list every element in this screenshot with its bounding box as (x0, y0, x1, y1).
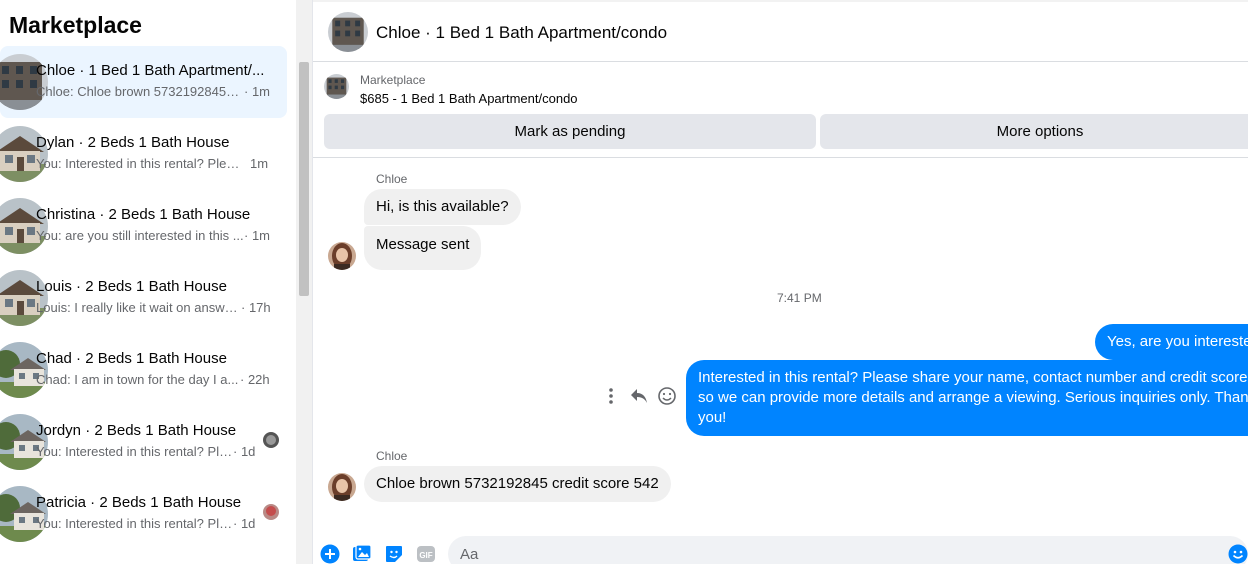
listing-source: Marketplace (360, 73, 426, 87)
conversation-title: Jordyn · 2 Beds 1 Bath House (36, 422, 237, 439)
conversation-preview: Chloe: Chloe brown 5732192845 c... (36, 84, 241, 99)
outgoing-message[interactable]: Yes, are you interested? (1095, 324, 1248, 360)
listing-banner: Marketplace $685 - 1 Bed 1 Bath Apartmen… (313, 63, 1248, 158)
react-icon[interactable] (657, 386, 677, 406)
listing-description[interactable]: $685 - 1 Bed 1 Bath Apartment/condo (360, 91, 578, 106)
sticker-icon[interactable] (384, 544, 404, 564)
emoji-icon[interactable] (1228, 544, 1248, 564)
conversation-item-patricia[interactable]: Patricia · 2 Beds 1 Bath House You: Inte… (0, 478, 287, 550)
conversation-preview: Louis: I really like it wait on answe... (36, 300, 241, 315)
seen-avatar (263, 432, 279, 448)
seen-avatar (263, 504, 279, 520)
conversation-preview: You: are you still interested in this ..… (36, 228, 244, 243)
chat-panel: Chloe · 1 Bed 1 Bath Apartment/condo Mar… (313, 0, 1248, 564)
conversation-item-christina[interactable]: Christina · 2 Beds 1 Bath House You: are… (0, 190, 287, 262)
message-sender: Chloe (376, 172, 408, 186)
conversation-time: · 22h (240, 372, 270, 387)
conversation-preview: You: Interested in this rental? Ple... (36, 516, 233, 531)
message-input[interactable] (448, 536, 1248, 564)
conversation-item-dylan[interactable]: Dylan · 2 Beds 1 Bath House You: Interes… (0, 118, 287, 190)
sender-avatar[interactable] (328, 242, 356, 270)
conversation-title: Chloe · 1 Bed 1 Bath Apartment/... (36, 62, 265, 79)
incoming-message[interactable]: Hi, is this available? (364, 189, 521, 225)
sidebar-scrollbar[interactable] (296, 0, 312, 564)
sender-avatar[interactable] (328, 473, 356, 501)
gif-icon[interactable]: GIF (416, 544, 436, 564)
incoming-message[interactable]: Chloe brown 5732192845 credit score 542 (364, 466, 671, 502)
conversation-time: · 1m (244, 84, 270, 99)
conversation-preview: Chad: I am in town for the day I a... (36, 372, 239, 387)
conversation-preview: You: Interested in this rental? Ple... (36, 444, 233, 459)
chat-title[interactable]: Chloe · 1 Bed 1 Bath Apartment/condo (376, 23, 667, 43)
conversation-preview: You: Interested in this rental? Pleas... (36, 156, 245, 171)
conversation-title: Louis · 2 Beds 1 Bath House (36, 278, 227, 295)
conversation-time: · 17h (241, 300, 271, 315)
scrollbar-thumb[interactable] (299, 62, 309, 296)
conversation-item-chloe[interactable]: Chloe · 1 Bed 1 Bath Apartment/... Chloe… (0, 46, 287, 118)
sidebar: Marketplace Chloe · 1 Bed 1 Bath Apartme… (0, 0, 313, 564)
conversation-title: Christina · 2 Beds 1 Bath House (36, 206, 251, 223)
photo-icon[interactable] (352, 544, 372, 564)
message-timestamp: 7:41 PM (777, 291, 822, 305)
sidebar-title: Marketplace (9, 12, 142, 38)
incoming-message[interactable]: Message sent (364, 226, 482, 270)
header-listing-photo[interactable] (328, 12, 368, 52)
message-composer: GIF (313, 536, 1248, 564)
conversation-time: · 1d (233, 444, 256, 459)
more-options-button[interactable]: More options (820, 114, 1248, 149)
conversation-time: 1m (250, 156, 269, 171)
conversation-title: Patricia · 2 Beds 1 Bath House (36, 494, 242, 511)
outgoing-message[interactable]: Interested in this rental? Please share … (686, 360, 1248, 436)
conversation-time: · 1d (233, 516, 256, 531)
more-vertical-icon[interactable] (601, 386, 621, 406)
conversation-item-jordyn[interactable]: Jordyn · 2 Beds 1 Bath House You: Intere… (0, 406, 287, 478)
reply-icon[interactable] (629, 386, 649, 406)
chat-header: Chloe · 1 Bed 1 Bath Apartment/condo (313, 0, 1248, 62)
conversation-title: Chad · 2 Beds 1 Bath House (36, 350, 227, 367)
conversation-time: · 1m (244, 228, 270, 243)
listing-thumbnail[interactable] (324, 74, 349, 99)
conversation-title: Dylan · 2 Beds 1 Bath House (36, 134, 230, 151)
conversation-item-chad[interactable]: Chad · 2 Beds 1 Bath House Chad: I am in… (0, 334, 287, 406)
mark-as-pending-button[interactable]: Mark as pending (324, 114, 816, 149)
svg-text:GIF: GIF (419, 551, 432, 560)
plus-circle-icon[interactable] (320, 544, 340, 564)
messenger-window: Marketplace Chloe · 1 Bed 1 Bath Apartme… (0, 0, 1248, 564)
message-sender: Chloe (376, 449, 408, 463)
conversation-list: Chloe · 1 Bed 1 Bath Apartment/... Chloe… (0, 46, 296, 550)
conversation-item-louis[interactable]: Louis · 2 Beds 1 Bath House Louis: I rea… (0, 262, 287, 334)
